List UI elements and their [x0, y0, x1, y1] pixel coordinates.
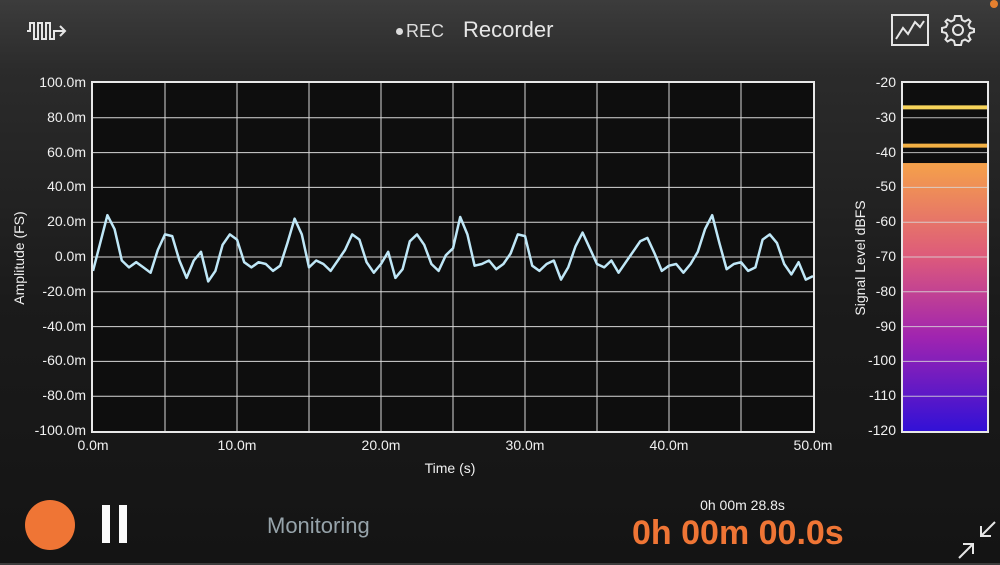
signal-level-meter — [901, 81, 989, 433]
x-tick-label: 30.0m — [505, 437, 545, 453]
y-tick-label: -100.0m — [34, 422, 86, 438]
collapse-arrows-icon[interactable] — [957, 520, 997, 560]
time-axis-label: Time (s) — [424, 460, 476, 476]
meter-svg — [903, 105, 987, 431]
rec-indicator: REC — [396, 21, 444, 42]
meter-tick-label: -60 — [875, 213, 896, 230]
meter-tick-label: -80 — [875, 282, 896, 299]
x-tick-label: 10.0m — [217, 437, 257, 453]
page-title: Recorder — [463, 17, 554, 42]
level-bar — [903, 163, 987, 431]
monitoring-status: Monitoring — [267, 513, 370, 538]
meter-tick-label: -110 — [869, 387, 896, 404]
rec-dot-icon — [396, 28, 403, 35]
y-tick-label: 0.0m — [54, 248, 86, 264]
elapsed-time: 0h 00m 00.0s — [632, 514, 844, 552]
total-time: 0h 00m 28.8s — [700, 497, 785, 513]
y-tick-label: -60.0m — [42, 352, 86, 369]
meter-tick-label: -70 — [875, 248, 896, 264]
graph-icon[interactable] — [891, 14, 929, 46]
pause-icon — [119, 505, 127, 543]
waveform-arrow-icon[interactable] — [25, 17, 69, 45]
y-tick-label: 20.0m — [47, 213, 86, 230]
meter-tick-label: -120 — [867, 422, 896, 438]
rec-label: REC — [406, 21, 445, 41]
notification-dot — [990, 0, 998, 8]
pause-icon — [102, 505, 110, 543]
peak-marker — [903, 143, 987, 148]
record-button[interactable] — [25, 500, 75, 550]
pause-button[interactable] — [102, 505, 127, 543]
x-tick-label: 20.0m — [361, 437, 401, 453]
y-tick-label: -20.0m — [42, 282, 86, 299]
meter-tick-label: -20 — [875, 74, 896, 90]
meter-tick-label: -40 — [875, 143, 896, 160]
x-tick-label: 40.0m — [649, 437, 689, 453]
y-tick-label: -80.0m — [42, 387, 86, 404]
x-tick-label: 50.0m — [793, 437, 833, 453]
meter-tick-label: -30 — [875, 108, 896, 125]
y-tick-label: 100.0m — [39, 74, 86, 90]
waveform-svg — [93, 83, 813, 431]
y-tick-label: 40.0m — [47, 178, 86, 195]
meter-tick-label: -50 — [875, 178, 896, 195]
meter-tick-label: -100 — [867, 352, 896, 369]
y-tick-label: 80.0m — [47, 108, 86, 125]
meter-tick-label: -90 — [875, 317, 896, 334]
y-tick-label: 60.0m — [47, 143, 86, 160]
peak-hold-marker — [903, 105, 987, 110]
waveform-plot[interactable] — [91, 81, 815, 433]
gear-icon[interactable] — [941, 13, 975, 47]
y-tick-label: -40.0m — [42, 317, 86, 334]
x-tick-label: 0.0m — [77, 437, 109, 453]
